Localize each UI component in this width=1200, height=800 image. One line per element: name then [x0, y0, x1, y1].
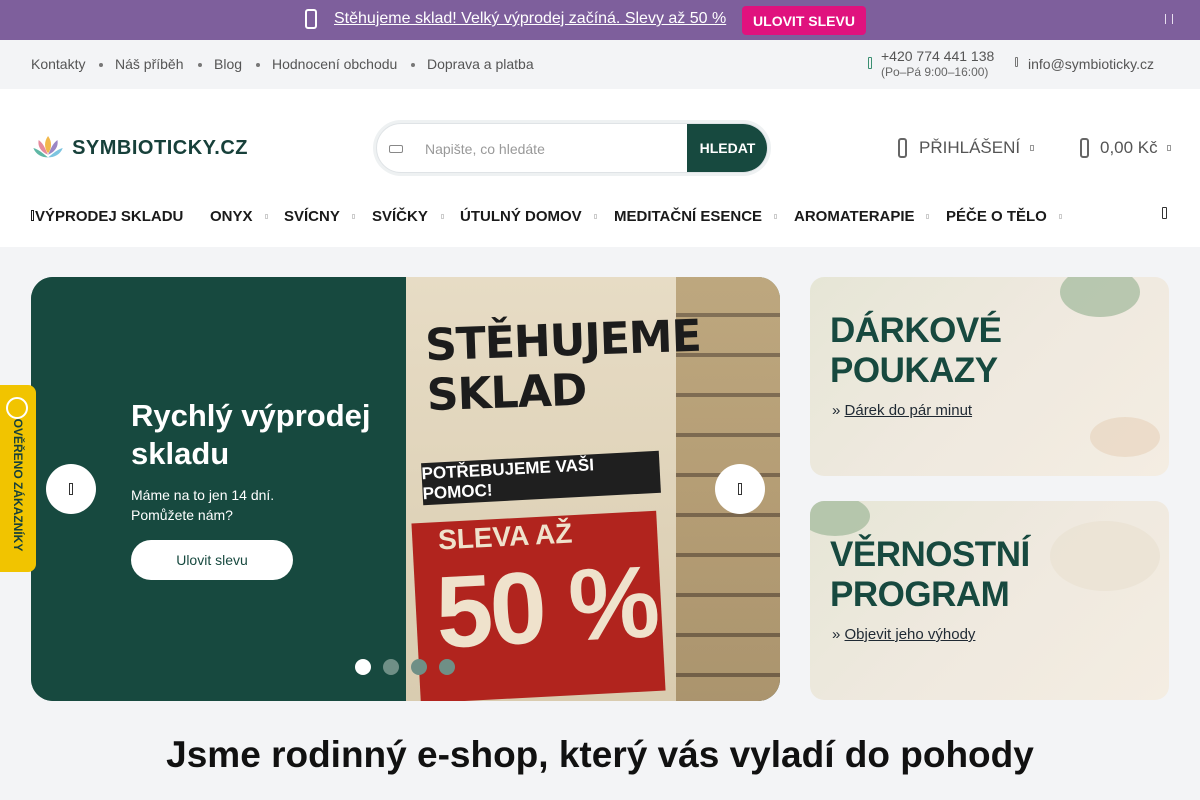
separator-dot: [256, 63, 260, 67]
link-contacts[interactable]: Kontakty: [31, 56, 85, 72]
chevron-right-icon: [738, 483, 742, 495]
main-navigation: VÝPRODEJ SKLADU ONYX SVÍCNY SVÍČKY ÚTULN…: [0, 205, 1200, 229]
info-bar: Kontakty Náš příběh Blog Hodnocení obcho…: [0, 40, 1200, 89]
chevron-down-icon: [1059, 214, 1062, 219]
chevron-down-icon: [441, 214, 444, 219]
promo-link: » Dárek do pár minut: [832, 402, 973, 419]
megaphone-icon: [305, 9, 317, 29]
nav-item-candles[interactable]: SVÍČKY: [372, 208, 428, 225]
tag-icon: [31, 210, 34, 221]
lotus-logo-icon: [33, 135, 63, 158]
sale-poster: STĚHUJEME SKLAD POTŘEBUJEME VAŠI POMOC! S…: [406, 277, 702, 701]
decor-envelope: [1090, 417, 1160, 457]
chevron-down-icon: [594, 214, 597, 219]
nav-item-candle-holders[interactable]: SVÍCNY: [284, 208, 340, 225]
email-link[interactable]: info@symbioticky.cz: [1028, 56, 1154, 72]
phone-number[interactable]: +420 774 441 138: [881, 49, 994, 64]
nav-item-aromatherapy[interactable]: AROMATERAPIE: [794, 208, 915, 225]
verified-customers-tab[interactable]: OVĚŘENO ZÁKAZNÍKY: [0, 385, 36, 572]
cart-total: 0,00 Kč: [1100, 138, 1158, 157]
search-input[interactable]: [425, 138, 675, 160]
nav-item-meditation-essences[interactable]: MEDITAČNÍ ESENCE: [614, 208, 762, 225]
slider-dot[interactable]: [383, 659, 399, 675]
search-box: HLEDAT: [376, 123, 768, 173]
chevron-down-icon: [926, 214, 929, 219]
nav-item-cozy-home[interactable]: ÚTULNÝ DOMOV: [460, 208, 582, 225]
cart-icon: [1080, 138, 1089, 158]
decor-leaf: [810, 501, 870, 536]
login-button[interactable]: PŘIHLÁŠENÍ: [898, 137, 1035, 159]
slider-next-button[interactable]: [715, 464, 765, 514]
decor-leaf: [1060, 277, 1140, 317]
promo-title: VĚRNOSTNÍ PROGRAM: [830, 535, 1030, 614]
poster-subline: POTŘEBUJEME VAŠI POMOC!: [421, 450, 661, 506]
chevron-left-icon: [69, 483, 73, 495]
chevron-down-icon: [1030, 145, 1035, 151]
logo-text: SYMBIOTICKY.CZ: [72, 136, 248, 159]
mail-icon: [1015, 57, 1018, 67]
login-label: PŘIHLÁŠENÍ: [919, 138, 1021, 157]
hero-slider: Rychlý výprodej skladu Máme na to jen 14…: [31, 277, 780, 701]
chevron-down-icon: [774, 214, 777, 219]
nav-item-sale[interactable]: VÝPRODEJ SKLADU: [31, 208, 183, 225]
search-icon: [389, 145, 403, 153]
catch-discount-button[interactable]: ULOVIT SLEVU: [742, 6, 866, 35]
link-shipping-payment[interactable]: Doprava a platba: [427, 56, 534, 72]
chevron-down-icon: [352, 214, 355, 219]
hero-cta-button[interactable]: Ulovit slevu: [131, 540, 293, 580]
slider-dot[interactable]: [355, 659, 371, 675]
opening-hours: (Po–Pá 9:00–16:00): [881, 65, 989, 79]
hero-description: Máme na to jen 14 dní. Pomůžete nám?: [131, 487, 275, 523]
site-logo[interactable]: SYMBIOTICKY.CZ: [32, 125, 248, 171]
phone-icon: [868, 57, 872, 69]
poster-discount-value: 50 %: [433, 544, 660, 670]
separator-dot: [99, 63, 103, 67]
verified-badge-icon: [6, 397, 28, 419]
announcement-bar: Stěhujeme sklad! Velký výprodej začíná. …: [0, 0, 1200, 40]
promo-title: DÁRKOVÉ POUKAZY: [830, 311, 1002, 390]
slider-pagination: [355, 659, 455, 675]
slider-prev-button[interactable]: [46, 464, 96, 514]
hero-title: Rychlý výprodej skladu: [131, 398, 371, 471]
separator-dot: [411, 63, 415, 67]
site-header: SYMBIOTICKY.CZ HLEDAT PŘIHLÁŠENÍ 0,00 Kč…: [0, 89, 1200, 247]
link-shop-reviews[interactable]: Hodnocení obchodu: [272, 56, 397, 72]
promo-gift-vouchers[interactable]: DÁRKOVÉ POUKAZY » Dárek do pár minut: [810, 277, 1169, 476]
slider-dot[interactable]: [439, 659, 455, 675]
decor-bowl: [1050, 521, 1160, 591]
poster-headline: STĚHUJEME SKLAD: [424, 310, 702, 422]
page-tagline: Jsme rodinný e-shop, který vás vyladí do…: [166, 734, 1034, 775]
link-blog[interactable]: Blog: [214, 56, 242, 72]
separator-dot: [198, 63, 202, 67]
nav-search-icon[interactable]: [1162, 207, 1167, 219]
cart-button[interactable]: 0,00 Kč: [1080, 137, 1171, 159]
verified-label: OVĚŘENO ZÁKAZNÍKY: [11, 418, 25, 552]
search-button[interactable]: HLEDAT: [687, 124, 767, 172]
promo-link: » Objevit jeho výhody: [832, 626, 976, 643]
close-icon[interactable]: [1165, 14, 1173, 24]
chevron-down-icon: [265, 214, 268, 219]
slider-dot[interactable]: [411, 659, 427, 675]
announcement-link[interactable]: Stěhujeme sklad! Velký výprodej začíná. …: [334, 10, 726, 28]
nav-item-body-care[interactable]: PÉČE O TĚLO: [946, 208, 1047, 225]
link-our-story[interactable]: Náš příběh: [115, 56, 183, 72]
chevron-down-icon: [1166, 145, 1171, 151]
nav-item-onyx[interactable]: ONYX: [210, 208, 253, 225]
promo-loyalty-program[interactable]: VĚRNOSTNÍ PROGRAM » Objevit jeho výhody: [810, 501, 1169, 700]
user-icon: [898, 138, 907, 158]
nav-label: VÝPRODEJ SKLADU: [35, 208, 184, 225]
